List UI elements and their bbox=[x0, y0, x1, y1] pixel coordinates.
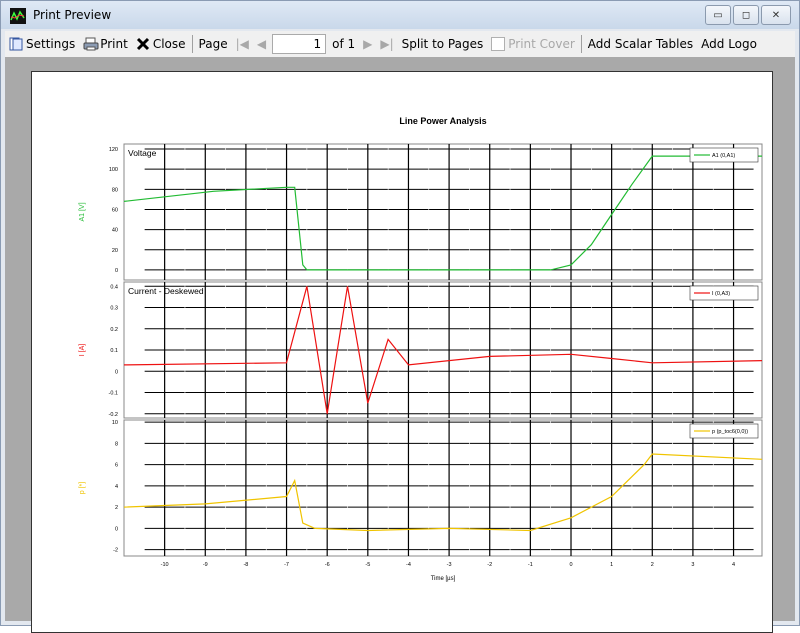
settings-label: Settings bbox=[26, 37, 76, 51]
panel-frame bbox=[123, 419, 763, 557]
x-tick-label: 0 bbox=[569, 562, 572, 568]
close-label: Close bbox=[152, 37, 186, 51]
x-tick-label: 4 bbox=[732, 562, 735, 568]
print-preview-window: Print Preview ▭ ◻ ✕ Settings Print Close… bbox=[0, 0, 800, 633]
y-tick-label: 2 bbox=[115, 505, 118, 511]
print-cover-label: Print Cover bbox=[508, 37, 575, 51]
add-scalar-tables-button[interactable]: Add Scalar Tables bbox=[584, 33, 697, 55]
y-tick-label: 0.1 bbox=[110, 348, 118, 354]
x-tick-label: -8 bbox=[243, 562, 248, 568]
y-tick-label: 0.2 bbox=[110, 327, 118, 333]
x-tick-label: -5 bbox=[365, 562, 370, 568]
y-tick-label: -2 bbox=[113, 548, 118, 554]
y-tick-label: -0.1 bbox=[109, 391, 118, 397]
title-bar: Print Preview ▭ ◻ ✕ bbox=[1, 1, 799, 29]
y-tick-label: 80 bbox=[112, 187, 118, 193]
window-controls: ▭ ◻ ✕ bbox=[705, 5, 791, 25]
close-icon bbox=[136, 37, 150, 51]
y-tick-label: 20 bbox=[112, 248, 118, 254]
y-tick-label: 120 bbox=[109, 147, 118, 153]
page-label: Page bbox=[198, 37, 228, 51]
split-to-pages-button[interactable]: Split to Pages bbox=[398, 33, 488, 55]
preview-page: Line Power Analysis 0 20 40 60 80 100 120 A1 [V]… bbox=[31, 71, 773, 633]
y-axis-label: A1 [V] bbox=[79, 202, 86, 221]
series-line bbox=[123, 155, 762, 271]
app-waveform-icon bbox=[10, 8, 26, 24]
x-tick-label: 2 bbox=[651, 562, 654, 568]
legend-label: I (0,A3) bbox=[712, 291, 730, 297]
x-tick-label: 1 bbox=[610, 562, 613, 568]
first-page-icon[interactable]: |◀ bbox=[232, 33, 253, 55]
printer-icon bbox=[83, 37, 99, 51]
print-button[interactable]: Print bbox=[79, 33, 132, 55]
panel-subtitle: Current - Deskewed bbox=[128, 286, 204, 296]
y-tick-label: 40 bbox=[112, 228, 118, 234]
y-tick-label: 0 bbox=[115, 268, 118, 274]
add-logo-button[interactable]: Add Logo bbox=[697, 33, 761, 55]
last-page-icon[interactable]: ▶| bbox=[376, 33, 397, 55]
y-tick-label: 0 bbox=[115, 526, 118, 532]
x-tick-label: -2 bbox=[487, 562, 492, 568]
toolbar: Settings Print Close Page |◀ ◀ 1 of 1 ▶ … bbox=[5, 31, 795, 57]
previous-page-icon[interactable]: ◀ bbox=[253, 33, 270, 55]
y-tick-label: 10 bbox=[112, 420, 118, 426]
y-tick-label: 0.3 bbox=[110, 306, 118, 312]
legend-label: p (p_toc6(0,0)) bbox=[712, 429, 748, 435]
y-tick-label: 6 bbox=[115, 463, 118, 469]
settings-icon bbox=[9, 37, 23, 51]
settings-button[interactable]: Settings bbox=[5, 33, 79, 55]
close-button[interactable]: Close bbox=[132, 33, 190, 55]
y-tick-label: 100 bbox=[109, 167, 118, 173]
next-page-icon[interactable]: ▶ bbox=[359, 33, 376, 55]
y-tick-label: 60 bbox=[112, 207, 118, 213]
window-title: Print Preview bbox=[33, 8, 112, 22]
y-tick-label: 8 bbox=[115, 441, 118, 447]
toolbar-separator bbox=[580, 35, 582, 53]
series-line bbox=[123, 453, 763, 532]
panel-subtitle: Voltage bbox=[128, 148, 157, 158]
y-axis-label: p [*] bbox=[79, 482, 86, 495]
chart-title: Line Power Analysis bbox=[399, 116, 486, 126]
y-axis-label: I [A] bbox=[79, 344, 86, 357]
line-power-chart: Line Power Analysis020406080100120A1 [V]… bbox=[79, 116, 763, 582]
print-label: Print bbox=[100, 37, 128, 51]
x-tick-label: -1 bbox=[528, 562, 533, 568]
x-tick-label: -6 bbox=[325, 562, 330, 568]
x-axis-label: Time [µs] bbox=[431, 576, 456, 582]
y-tick-label: 4 bbox=[115, 484, 118, 490]
panel-frame bbox=[123, 143, 763, 281]
print-cover-toggle[interactable]: Print Cover bbox=[487, 33, 579, 55]
x-tick-label: -9 bbox=[203, 562, 208, 568]
close-window-button[interactable]: ✕ bbox=[761, 5, 791, 25]
x-tick-label: -10 bbox=[161, 562, 169, 568]
x-tick-label: -4 bbox=[406, 562, 411, 568]
preview-canvas[interactable]: Line Power Analysis 0 20 40 60 80 100 120 A1 [V]… bbox=[5, 57, 795, 633]
y-tick-label: -0.2 bbox=[109, 412, 118, 418]
x-tick-label: -3 bbox=[447, 562, 452, 568]
legend-label: A1 (0,A1) bbox=[712, 153, 735, 159]
maximize-button[interactable]: ◻ bbox=[733, 5, 759, 25]
page-count-label: of 1 bbox=[332, 37, 356, 51]
toolbar-separator bbox=[191, 35, 193, 53]
y-tick-label: 0.4 bbox=[110, 284, 118, 290]
print-cover-checkbox[interactable] bbox=[491, 37, 506, 51]
x-tick-label: 3 bbox=[691, 562, 694, 568]
page-number-input[interactable]: 1 bbox=[272, 34, 327, 54]
minimize-button[interactable]: ▭ bbox=[705, 5, 731, 25]
y-tick-label: 0 bbox=[115, 369, 118, 375]
x-tick-label: -7 bbox=[284, 562, 289, 568]
